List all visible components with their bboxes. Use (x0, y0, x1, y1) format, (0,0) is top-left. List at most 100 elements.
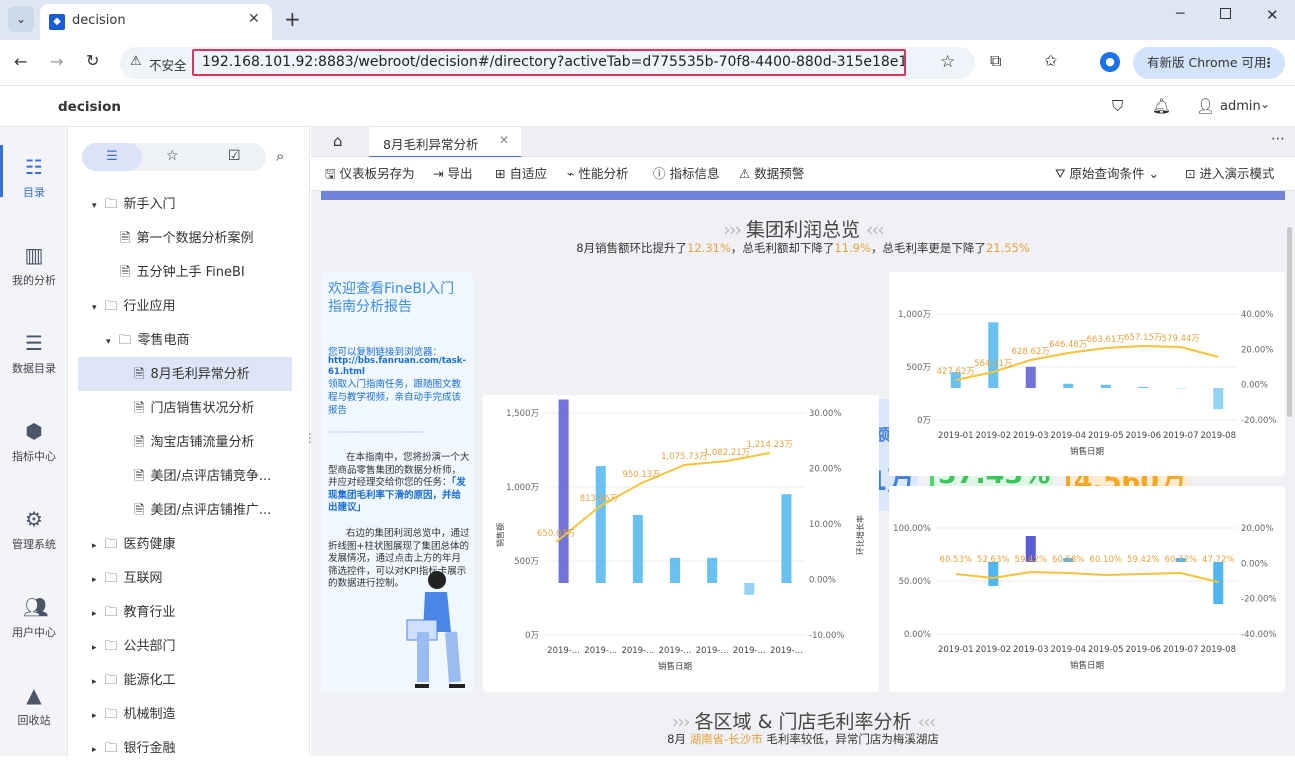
tree-node[interactable]: 🗎︎ 第一个数据分析案例 (120, 223, 253, 255)
rail-item-4[interactable]: ⚙ 管理系统 (0, 494, 68, 574)
info-icon: ⓘ (653, 166, 666, 181)
close-tab-icon[interactable]: ✕ (499, 133, 509, 147)
scrollbar[interactable] (1287, 227, 1292, 417)
caret-right-icon[interactable]: ▸ (92, 575, 97, 585)
tree-node[interactable]: ▸ 🗀︎ 教育行业 (92, 597, 176, 629)
tree-node[interactable]: 🗎︎ 美团/点评店铺推广... (134, 495, 271, 527)
caret-down-icon[interactable]: ▾ (92, 303, 97, 313)
query-condition-button[interactable]: ⛛ 原始查询条件 ⌄ (1055, 157, 1159, 191)
bar[interactable] (988, 562, 999, 586)
data-alert-button[interactable]: ⚠ 数据预警 (739, 157, 804, 191)
guide-dots: ······································ (328, 428, 425, 437)
auto-fit-button[interactable]: ⊞ 自适应 (495, 157, 547, 191)
bar[interactable] (1063, 383, 1074, 388)
bar[interactable] (1138, 386, 1149, 388)
back-icon[interactable]: ← (14, 52, 27, 71)
present-mode-label: 进入演示模式 (1199, 166, 1275, 181)
forward-icon[interactable]: → (50, 52, 63, 71)
guide-link[interactable]: http://bbs.fanruan.com/task-61.html (328, 356, 470, 378)
caret-right-icon[interactable]: ▸ (92, 541, 97, 551)
caret-right-icon[interactable]: ▸ (92, 677, 97, 687)
rail-item-1[interactable]: ▥ 我的分析 (0, 230, 68, 310)
user-name[interactable]: admin (1220, 99, 1261, 114)
caret-down-icon[interactable]: ▾ (106, 337, 111, 347)
chrome-update-label: 有新版 Chrome 可用 (1147, 55, 1267, 70)
tree-node[interactable]: ▸ 🗀︎ 公共部门 (92, 631, 176, 663)
browser-tab[interactable]: ◆ decision ✕ (40, 4, 272, 40)
performance-button[interactable]: ⌁ 性能分析 (567, 157, 629, 191)
rail-item-3[interactable]: ⬢ 指标中心 (0, 406, 68, 486)
bar[interactable] (781, 494, 792, 583)
present-mode-button[interactable]: ⊡ 进入演示模式 (1185, 157, 1274, 191)
shield-icon[interactable]: ⛉ (1112, 97, 1123, 115)
auto-fit-label: 自适应 (509, 166, 547, 181)
x-tick-label: 2019-02 (975, 431, 1011, 441)
new-tab-icon[interactable]: + (284, 7, 301, 31)
close-tab-icon[interactable]: ✕ (248, 11, 260, 27)
extensions-icon[interactable]: ⧉ (990, 51, 1001, 71)
bar[interactable] (744, 583, 755, 595)
tree-node[interactable]: ▾ 🗀︎ 新手入门 (92, 189, 176, 221)
chevron-down-icon[interactable]: ⌄ (1260, 97, 1270, 111)
tab-search-button[interactable]: ⌄ (8, 6, 34, 32)
url-field[interactable]: 192.168.101.92:8883/webroot/decision#/di… (192, 49, 906, 76)
rail-item-5[interactable]: 👥︎ 用户中心 (0, 582, 68, 662)
bar[interactable] (1213, 388, 1224, 410)
reload-icon[interactable]: ↻ (86, 51, 99, 70)
caret-right-icon[interactable]: ▸ (92, 643, 97, 653)
section1-title-text: 集团利润总览 (745, 219, 860, 241)
bar[interactable] (988, 322, 999, 388)
bar[interactable] (707, 557, 718, 583)
rail-item-0[interactable]: ☷ 目录 (0, 142, 68, 222)
bar[interactable] (1213, 562, 1224, 604)
tree-node[interactable]: ▾ 🗀︎ 行业应用 (92, 291, 176, 323)
tree-node[interactable]: 🗎︎ 淘宝店铺流量分析 (134, 427, 254, 459)
minimize-icon[interactable]: ─ (1176, 6, 1184, 22)
bar[interactable] (670, 557, 680, 583)
favorites-star-icon[interactable]: ☆ (166, 148, 179, 164)
guide-para1-text: 在本指南中，您将扮演一个大型商品零售集团的数据分析师，并应对经理交给你您的任务： (328, 452, 470, 488)
profit-chart-card: 0万 500万 1,000万 -20.00% 0.00% 20.00% 40.00% 2019… (889, 272, 1285, 476)
caret-right-icon[interactable]: ▸ (92, 609, 97, 619)
export-button[interactable]: ⇥ 导出 (433, 157, 472, 191)
save-as-button[interactable]: 🖫︎ 仪表板另存为 (325, 157, 415, 191)
profile-avatar-icon[interactable]: ● (1100, 52, 1120, 72)
edit-check-icon[interactable]: ☑ (228, 148, 241, 164)
tree-node[interactable]: 🗎︎ 门店销售状况分析 (134, 393, 254, 425)
bar[interactable] (1175, 388, 1186, 389)
tree-node[interactable]: ▸ 🗀︎ 医药健康 (92, 529, 176, 561)
bar[interactable] (558, 399, 569, 583)
rail-item-6[interactable]: ▲ 回收站 (0, 670, 68, 750)
more-options-icon[interactable]: ⋯ (1271, 131, 1285, 147)
tree-node-label: 五分钟上手 FineBI (136, 265, 245, 280)
caret-right-icon[interactable]: ▸ (92, 711, 97, 721)
dashboard-tab[interactable]: 8月毛利异常分析 ✕ (369, 127, 521, 158)
kebab-menu-icon[interactable]: ⋮ (1263, 47, 1276, 79)
list-view-icon[interactable]: ☰ (82, 143, 142, 171)
user-icon[interactable]: 👤︎ (1196, 97, 1215, 115)
tree-node[interactable]: ▸ 🗀︎ 互联网 (92, 563, 163, 595)
bar[interactable] (1025, 366, 1036, 388)
search-icon[interactable]: ⌕ (276, 147, 284, 165)
maximize-icon[interactable] (1220, 8, 1231, 19)
tree-node[interactable]: ▸ 🗀︎ 能源化工 (92, 665, 176, 697)
rail-item-2[interactable]: ☰ 数据目录 (0, 318, 68, 398)
metric-info-button[interactable]: ⓘ 指标信息 (653, 157, 720, 191)
tree-node[interactable]: ▸ 🗀︎ 机械制造 (92, 699, 176, 731)
bell-icon[interactable]: 🔔︎ (1152, 97, 1171, 115)
tree-node[interactable]: 🗎︎ 8月毛利异常分析 (134, 359, 250, 391)
caret-right-icon[interactable]: ▸ (92, 745, 97, 755)
bookmark-star-icon[interactable]: ☆ (940, 52, 955, 72)
bar[interactable] (1100, 384, 1111, 388)
chrome-update-button[interactable]: 有新版 Chrome 可用 ⋮ (1133, 47, 1285, 79)
tree-node[interactable]: 🗎︎ 五分钟上手 FineBI (120, 257, 245, 289)
close-window-icon[interactable]: ✕ (1266, 6, 1279, 24)
tree-node[interactable]: 🗎︎ 美团/点评店铺竞争... (134, 461, 271, 493)
bar[interactable] (595, 466, 606, 583)
tree-node[interactable]: ▾ 🗀︎ 零售电商 (106, 325, 190, 357)
bookmarks-icon[interactable]: ✩ (1044, 51, 1057, 70)
home-icon[interactable]: ⌂ (333, 132, 343, 150)
bar[interactable] (632, 514, 643, 583)
tree-node[interactable]: ▸ 🗀︎ 银行金融 (92, 733, 176, 765)
caret-down-icon[interactable]: ▾ (92, 201, 97, 211)
